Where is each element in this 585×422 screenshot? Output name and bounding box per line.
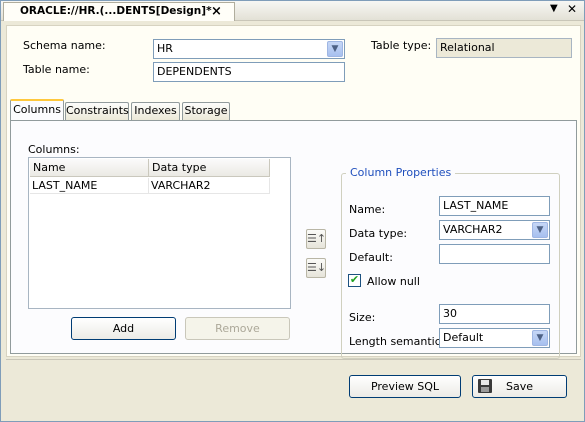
prop-size-label: Size: [349,311,376,324]
title-bar: ORACLE://HR.(...DENTS[Design]* × ▼ ✕ [1,1,584,21]
allow-null-label: Allow null [367,275,420,288]
view-menu-icon[interactable]: ▼ [550,3,558,14]
schema-value: HR [157,42,173,55]
prop-length-combo[interactable]: Default ▼ [439,328,550,348]
save-button[interactable]: Save [472,375,567,398]
move-down-icon[interactable]: ☰↓ [306,258,326,278]
header-data-type[interactable]: Data type [149,159,270,177]
prop-name-label: Name: [349,203,386,216]
allow-null-checkbox[interactable]: ✔ [348,274,361,287]
save-icon [478,379,492,393]
cell-column-name[interactable]: LAST_NAME [30,178,149,194]
cell-column-type[interactable]: VARCHAR2 [149,178,270,194]
tab-columns[interactable]: Columns [10,99,64,121]
tab-constraints[interactable]: Constraints [65,102,129,120]
tab-storage[interactable]: Storage [182,102,230,120]
prop-default-label: Default: [349,251,393,264]
remove-column-button[interactable]: Remove [185,317,290,340]
prop-datatype-value: VARCHAR2 [443,223,503,236]
table-name-value: DEPENDENTS [157,65,232,78]
prop-datatype-label: Data type: [349,227,408,240]
preview-sql-button[interactable]: Preview SQL [349,375,461,398]
prop-length-value: Default [443,331,484,344]
table-type-value: Relational [440,41,495,54]
move-up-icon[interactable]: ☰↑ [306,229,326,249]
prop-size-value: 30 [443,307,457,320]
prop-size-input[interactable]: 30 [439,304,550,324]
add-column-button[interactable]: Add [71,317,176,340]
chevron-down-icon[interactable]: ▼ [327,41,343,57]
table-type-field: Relational [436,38,572,58]
schema-label: Schema name: [23,39,106,52]
window-close-icon[interactable]: ✕ [567,2,577,16]
table-name-input[interactable]: DEPENDENTS [153,62,345,82]
designer-window: ORACLE://HR.(...DENTS[Design]* × ▼ ✕ Sch… [0,0,585,422]
chevron-down-icon[interactable]: ▼ [532,330,548,346]
chevron-down-icon[interactable]: ▼ [532,222,548,238]
prop-datatype-combo[interactable]: VARCHAR2 ▼ [439,220,550,240]
tab-close-icon[interactable]: × [211,3,222,20]
tab-indexes[interactable]: Indexes [131,102,180,120]
header-name[interactable]: Name [30,159,149,177]
prop-name-value: LAST_NAME [443,199,509,212]
footer-divider [6,359,581,360]
columns-label: Columns: [28,143,80,156]
editor-tab[interactable]: ORACLE://HR.(...DENTS[Design]* × [3,2,235,21]
prop-default-input[interactable] [439,244,550,264]
schema-combo[interactable]: HR ▼ [153,39,345,59]
prop-length-label: Length semantic: [349,335,445,348]
column-properties-title: Column Properties [346,166,456,179]
columns-tab-page: Columns: Name Data type LAST_NAME VARCHA… [10,120,577,359]
save-label: Save [505,380,533,393]
table-type-label: Table type: [371,39,432,52]
table-name-label: Table name: [23,63,90,76]
design-panel: Schema name: HR ▼ Table name: DEPENDENTS… [6,25,581,359]
editor-tab-title: ORACLE://HR.(...DENTS[Design]* [20,5,212,17]
columns-table: Name Data type LAST_NAME VARCHAR2 [28,157,291,309]
prop-name-input[interactable]: LAST_NAME [439,196,550,216]
